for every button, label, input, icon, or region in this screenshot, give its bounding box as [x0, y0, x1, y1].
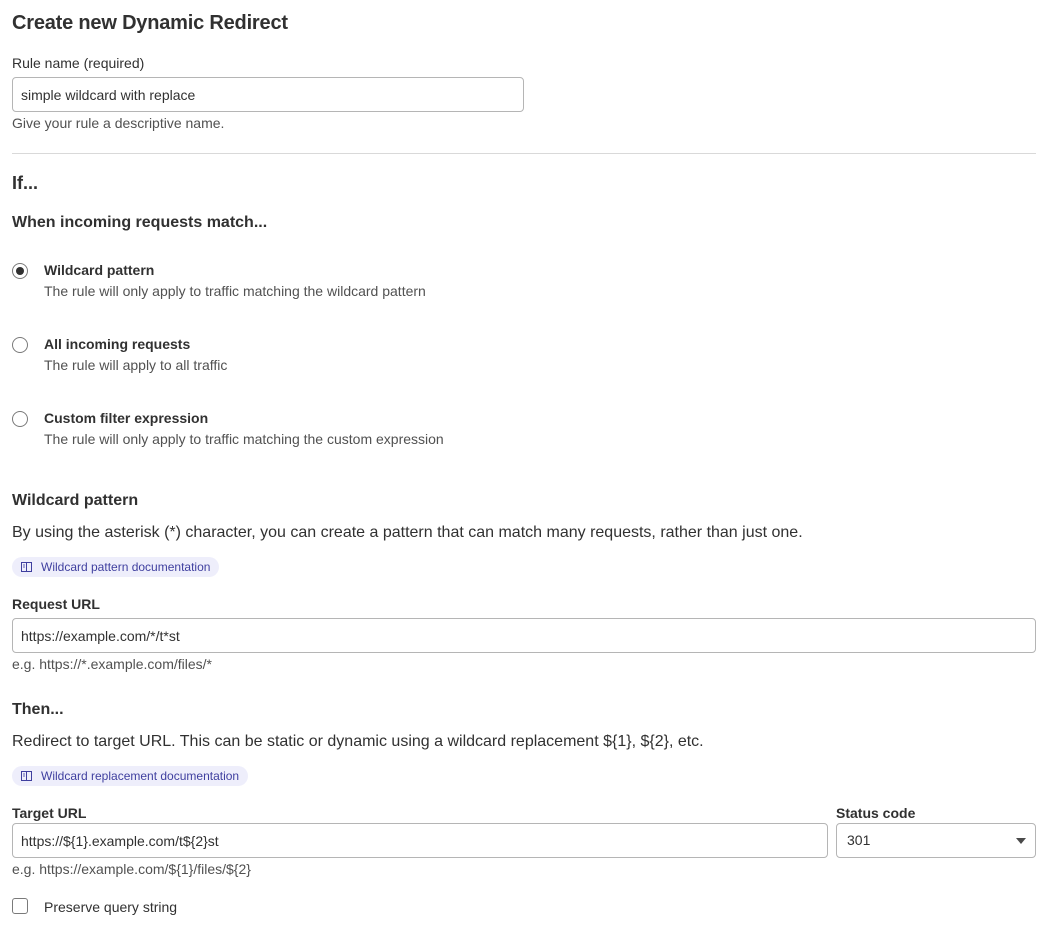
- if-heading: If...: [12, 173, 38, 193]
- preserve-query-label[interactable]: Preserve query string: [44, 899, 177, 915]
- target-url-example: e.g. https://example.com/${1}/files/${2}: [12, 861, 251, 877]
- wildcard-pattern-doc-link[interactable]: Wildcard pattern documentation: [12, 557, 220, 577]
- wildcard-replacement-doc-link-label[interactable]: Wildcard replacement documentation: [41, 769, 239, 783]
- radio-custom-filter-desc: The rule will only apply to traffic matc…: [44, 431, 444, 447]
- status-code-select[interactable]: 301: [836, 823, 1036, 858]
- wildcard-pattern-doc-link-label[interactable]: Wildcard pattern documentation: [41, 560, 210, 574]
- chevron-down-icon: [1016, 838, 1026, 844]
- target-url-label: Target URL: [12, 805, 87, 821]
- status-code-label: Status code: [836, 805, 916, 821]
- then-heading: Then...: [12, 701, 64, 718]
- wildcard-heading: Wildcard pattern: [12, 492, 139, 509]
- radio-custom-filter-title[interactable]: Custom filter expression: [44, 410, 208, 426]
- preserve-query-checkbox[interactable]: [12, 898, 28, 914]
- radio-all-incoming-title[interactable]: All incoming requests: [44, 336, 190, 352]
- request-url-input[interactable]: [12, 618, 1036, 653]
- wildcard-description: By using the asterisk (*) character, you…: [12, 524, 803, 541]
- radio-wildcard-pattern[interactable]: [12, 263, 28, 279]
- radio-wildcard-pattern-desc: The rule will only apply to traffic matc…: [44, 283, 426, 299]
- target-url-input[interactable]: [12, 823, 828, 858]
- match-subheading: When incoming requests match...: [12, 214, 268, 231]
- book-icon: [21, 562, 32, 572]
- book-icon: [21, 771, 32, 781]
- page-title: Create new Dynamic Redirect: [12, 12, 288, 34]
- then-description: Redirect to target URL. This can be stat…: [12, 733, 704, 750]
- request-url-label: Request URL: [12, 596, 100, 612]
- rule-name-input[interactable]: [12, 77, 524, 112]
- wildcard-replacement-doc-link[interactable]: Wildcard replacement documentation: [12, 766, 249, 786]
- rule-name-help: Give your rule a descriptive name.: [12, 115, 225, 131]
- section-divider: [12, 153, 1036, 154]
- status-code-value: 301: [847, 832, 871, 848]
- radio-wildcard-pattern-title[interactable]: Wildcard pattern: [44, 262, 154, 278]
- rule-name-label: Rule name (required): [12, 55, 145, 71]
- radio-all-incoming-desc: The rule will apply to all traffic: [44, 357, 228, 373]
- radio-custom-filter[interactable]: [12, 411, 28, 427]
- radio-all-incoming[interactable]: [12, 337, 28, 353]
- request-url-example: e.g. https://*.example.com/files/*: [12, 656, 212, 672]
